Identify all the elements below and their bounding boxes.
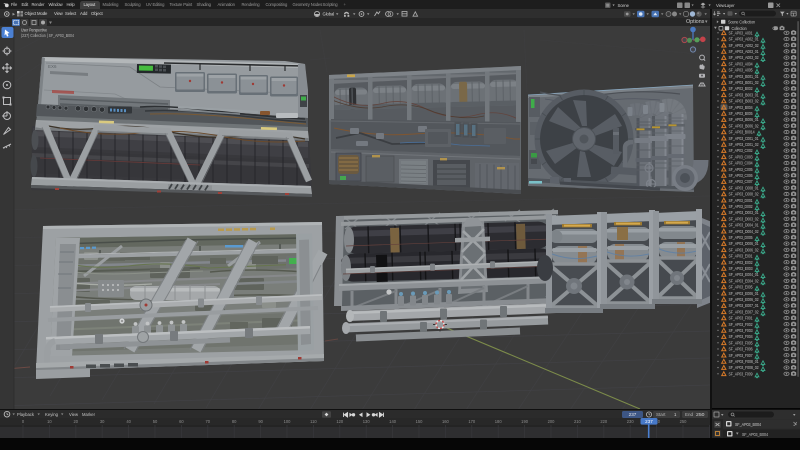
svg-text:SF_AP03_F008_01: SF_AP03_F008_01 xyxy=(729,359,760,364)
svg-text:View: View xyxy=(69,412,79,417)
svg-text:SF_AP03_E005: SF_AP03_E005 xyxy=(729,285,754,290)
svg-text:SF_AP03_E002: SF_AP03_E002 xyxy=(729,260,754,265)
svg-text:SF_AP03_E004_02: SF_AP03_E004_02 xyxy=(729,278,760,283)
svg-text:SF_AP03_A001: SF_AP03_A001 xyxy=(729,30,754,35)
svg-text:SF_AP03_F005: SF_AP03_F005 xyxy=(729,340,754,345)
svg-text:SF_AP03_B006_01: SF_AP03_B006_01 xyxy=(729,117,760,122)
svg-text:SF_AP03_C003: SF_AP03_C003 xyxy=(729,154,754,159)
svg-text:SF_AP03_B004: SF_AP03_B004 xyxy=(742,432,769,437)
svg-text:SF_AP03_F007: SF_AP03_F007 xyxy=(729,353,754,358)
svg-text:30: 30 xyxy=(100,419,105,424)
svg-text:Scene Collection: Scene Collection xyxy=(728,20,756,25)
svg-text:(237) Collection | SF_AP03_B00: (237) Collection | SF_AP03_B004 xyxy=(21,33,74,38)
svg-text:ViewLayer: ViewLayer xyxy=(716,2,735,7)
svg-text:60: 60 xyxy=(179,419,184,424)
svg-text:EX6: EX6 xyxy=(48,64,57,69)
svg-text:70: 70 xyxy=(206,419,211,424)
svg-text:Global: Global xyxy=(323,11,335,16)
svg-text:230: 230 xyxy=(627,419,635,424)
svg-text:SF_AP03_E003: SF_AP03_E003 xyxy=(729,266,754,271)
svg-text:SF_AP03_A005: SF_AP03_A005 xyxy=(729,68,754,73)
svg-text:SF_AP03_C008_02: SF_AP03_C008_02 xyxy=(729,192,760,197)
svg-text:SF_AP03_A002_01: SF_AP03_A002_01 xyxy=(729,37,760,42)
svg-text:SF_AP03_C001_02: SF_AP03_C001_02 xyxy=(729,142,760,147)
svg-text:SF_AP03_A002_02: SF_AP03_A002_02 xyxy=(729,43,760,48)
svg-text:250: 250 xyxy=(680,419,688,424)
svg-text:SF_AP03_B001_01: SF_AP03_B001_01 xyxy=(729,74,760,79)
svg-text:150: 150 xyxy=(416,419,424,424)
svg-text:90: 90 xyxy=(258,419,263,424)
svg-text:130: 130 xyxy=(363,419,371,424)
svg-text:190: 190 xyxy=(521,419,529,424)
svg-text:SF_AP03_F002: SF_AP03_F002 xyxy=(729,322,754,327)
svg-text:SF_AP03_F006: SF_AP03_F006 xyxy=(729,347,754,352)
svg-text:50: 50 xyxy=(153,419,158,424)
svg-text:Start: Start xyxy=(656,412,666,417)
svg-text:SF_AP03_A004: SF_AP03_A004 xyxy=(729,61,754,66)
svg-text:SF_AP03_D003_01: SF_AP03_D003_01 xyxy=(729,210,760,215)
svg-text:SF_AP03_B003_02: SF_AP03_B003_02 xyxy=(729,99,760,104)
svg-text:220: 220 xyxy=(600,419,608,424)
svg-text:SF_AP03_E001: SF_AP03_E001 xyxy=(729,254,754,259)
svg-text:40: 40 xyxy=(126,419,131,424)
svg-text:140: 140 xyxy=(389,419,397,424)
svg-text:237: 237 xyxy=(645,419,653,424)
svg-text:100: 100 xyxy=(284,419,292,424)
svg-text:SF_AP03_D004_02: SF_AP03_D004_02 xyxy=(729,229,760,234)
svg-text:170: 170 xyxy=(468,419,476,424)
svg-text:20: 20 xyxy=(74,419,79,424)
svg-text:SF_AP03_A003_02: SF_AP03_A003_02 xyxy=(729,55,760,60)
svg-text:SF_AP03_E007_02: SF_AP03_E007_02 xyxy=(729,309,760,314)
svg-text:User Perspective: User Perspective xyxy=(21,28,47,33)
svg-text:200: 200 xyxy=(548,419,556,424)
svg-text:SF_AP03_D006_02: SF_AP03_D006_02 xyxy=(729,247,760,252)
svg-text:Scene: Scene xyxy=(618,2,630,7)
svg-text:SF_AP03_E006_01: SF_AP03_E006_01 xyxy=(729,291,760,296)
svg-text:SF_AP03_C002: SF_AP03_C002 xyxy=(729,148,754,153)
svg-text:SF_AP03_F001: SF_AP03_F001 xyxy=(729,316,754,321)
svg-text:SF_AP03_B003_01: SF_AP03_B003_01 xyxy=(729,92,760,97)
svg-text:Marker: Marker xyxy=(82,412,96,417)
svg-text:120: 120 xyxy=(336,419,344,424)
svg-text:SF_AP03_B001_02: SF_AP03_B001_02 xyxy=(729,80,760,85)
svg-text:SF_AP03_E004_01: SF_AP03_E004_01 xyxy=(729,272,760,277)
svg-text:SF_AP03_D004_01: SF_AP03_D004_01 xyxy=(729,223,760,228)
svg-text:SF_AP03_C008_01: SF_AP03_C008_01 xyxy=(729,185,760,190)
svg-text:SF_AP03_C001_01: SF_AP03_C001_01 xyxy=(729,136,760,141)
svg-text:SF_AP03_D003_02: SF_AP03_D003_02 xyxy=(729,216,760,221)
svg-text:SF_AP03_D001: SF_AP03_D001 xyxy=(729,198,754,203)
svg-text:210: 210 xyxy=(574,419,582,424)
svg-text:10: 10 xyxy=(47,419,52,424)
svg-text:SF_AP03_B004: SF_AP03_B004 xyxy=(729,105,754,110)
svg-text:SF_AP03_B002: SF_AP03_B002 xyxy=(729,86,754,91)
svg-text:250: 250 xyxy=(696,412,705,417)
svg-text:SF_AP03_F009: SF_AP03_F009 xyxy=(729,371,754,376)
svg-text:237: 237 xyxy=(629,412,637,417)
svg-text:End: End xyxy=(685,412,694,417)
svg-text:SF_AP03_C007: SF_AP03_C007 xyxy=(729,179,754,184)
svg-text:SF_AP03_B004: SF_AP03_B004 xyxy=(735,422,762,427)
svg-text:160: 160 xyxy=(442,419,450,424)
svg-text:110: 110 xyxy=(310,419,317,424)
svg-text:80: 80 xyxy=(232,419,237,424)
svg-text:SF_AP03_C005: SF_AP03_C005 xyxy=(729,167,754,172)
svg-text:SF_AP03_B006_02: SF_AP03_B006_02 xyxy=(729,123,760,128)
svg-text:SF_AP03_D002: SF_AP03_D002 xyxy=(729,204,754,209)
svg-text:Playback: Playback xyxy=(17,412,35,417)
svg-text:SF_AP03_B005: SF_AP03_B005 xyxy=(729,111,754,116)
svg-text:SF_AP03_D006_01: SF_AP03_D006_01 xyxy=(729,241,760,246)
svg-text:SF_AP03_D005: SF_AP03_D005 xyxy=(729,235,754,240)
svg-text:SF_AP03_E007_01: SF_AP03_E007_01 xyxy=(729,303,760,308)
svg-text:SF_AP03_E006_02: SF_AP03_E006_02 xyxy=(729,297,760,302)
svg-text:SF_AP03_F004: SF_AP03_F004 xyxy=(729,334,754,339)
svg-text:SF_AP03_B0014: SF_AP03_B0014 xyxy=(729,130,756,135)
svg-text:180: 180 xyxy=(495,419,503,424)
svg-text:SF_AP03_A003_01: SF_AP03_A003_01 xyxy=(729,49,760,54)
svg-text:SF_AP03_C004: SF_AP03_C004 xyxy=(729,161,754,166)
svg-text:SF_AP03_F003: SF_AP03_F003 xyxy=(729,328,754,333)
svg-text:SF_AP03_F008_02: SF_AP03_F008_02 xyxy=(729,365,760,370)
svg-text:SF_AP03_C006: SF_AP03_C006 xyxy=(729,173,754,178)
svg-text:Keying: Keying xyxy=(45,412,59,417)
